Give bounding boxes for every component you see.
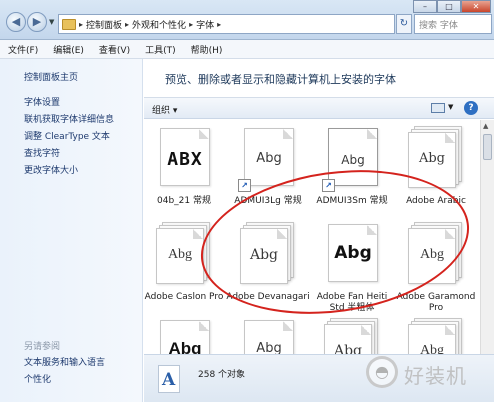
- font-name: Adobe Caslon Pro: [144, 292, 224, 302]
- font-name: Adobe Garamond Pro: [396, 292, 476, 313]
- font-sample: ABX: [167, 149, 203, 170]
- scroll-up-icon[interactable]: ▲: [483, 122, 488, 130]
- search-input[interactable]: 搜索 字体: [414, 14, 492, 34]
- sidebar-item-text-services[interactable]: 文本服务和输入语言: [24, 355, 105, 368]
- font-name: 04b_21 常规: [157, 196, 211, 206]
- menu-tools[interactable]: 工具(T): [145, 43, 176, 56]
- menu-file[interactable]: 文件(F): [8, 43, 38, 56]
- search-placeholder: 搜索 字体: [419, 20, 458, 31]
- scroll-thumb[interactable]: [483, 134, 492, 160]
- font-sample: Abg: [256, 341, 282, 354]
- window-controls: – □ ✕: [413, 0, 491, 13]
- content-header: 预览、删除或者显示和隐藏计算机上安装的字体: [144, 59, 494, 97]
- font-sample: Abg: [256, 151, 282, 166]
- font-sample: Abg: [168, 339, 202, 354]
- shortcut-arrow-icon: ↗: [238, 179, 251, 192]
- sidebar-item-online-info[interactable]: 联机获取字体详细信息: [24, 112, 114, 125]
- font-file-icon: Abg ↗: [238, 126, 296, 192]
- font-file-icon: Abg: [156, 318, 212, 354]
- watermark-text: 好装机: [404, 364, 467, 388]
- chevron-right-icon: ▸: [217, 19, 222, 29]
- font-tile[interactable]: ABX 04b_21 常规: [144, 126, 224, 220]
- menu-help[interactable]: 帮助(H): [191, 43, 223, 56]
- font-file-icon: ABX: [156, 126, 212, 188]
- refresh-button[interactable]: ↻: [396, 14, 412, 34]
- command-bar: 组织 ▾ ▼ ?: [144, 97, 494, 119]
- recent-pages-dropdown[interactable]: ▼: [49, 18, 54, 26]
- sidebar-item-cleartype[interactable]: 调整 ClearType 文本: [24, 129, 110, 142]
- breadcrumb-fonts[interactable]: 字体: [196, 18, 214, 31]
- view-dropdown[interactable]: ▼: [448, 103, 453, 111]
- title-bar: ◀ ▶ ▼ ▸ 控制面板 ▸ 外观和个性化 ▸ 字体 ▸ ↻ 搜索 字体 – □…: [0, 0, 494, 40]
- help-icon[interactable]: ?: [464, 101, 478, 115]
- close-button[interactable]: ✕: [461, 0, 491, 13]
- back-button[interactable]: ◀: [6, 12, 26, 32]
- sidebar-item-personalization[interactable]: 个性化: [24, 372, 51, 385]
- chevron-right-icon: ▸: [189, 19, 194, 29]
- vertical-scrollbar[interactable]: ▲: [480, 120, 494, 354]
- menu-view[interactable]: 查看(V): [99, 43, 130, 56]
- font-icon-letter: A: [162, 370, 176, 390]
- sidebar-item-font-settings[interactable]: 字体设置: [24, 95, 60, 108]
- forward-button[interactable]: ▶: [27, 12, 47, 32]
- folder-icon: [62, 18, 76, 30]
- font-tile[interactable]: Abg: [396, 318, 476, 354]
- font-icon: A: [158, 365, 180, 393]
- watermark: ◓ 好装机: [360, 350, 494, 402]
- sidebar-item-home[interactable]: 控制面板主页: [24, 70, 78, 83]
- font-sample: Abg: [418, 151, 446, 166]
- organize-button[interactable]: 组织 ▾: [152, 103, 177, 116]
- breadcrumb-appearance[interactable]: 外观和个性化: [132, 18, 186, 31]
- maximize-button[interactable]: □: [437, 0, 461, 13]
- font-family-icon: Abg: [324, 318, 380, 354]
- address-bar[interactable]: ▸ 控制面板 ▸ 外观和个性化 ▸ 字体 ▸: [58, 14, 395, 34]
- menu-edit[interactable]: 编辑(E): [53, 43, 84, 56]
- page-title: 预览、删除或者显示和隐藏计算机上安装的字体: [165, 73, 396, 86]
- menu-bar: 文件(F) 编辑(E) 查看(V) 工具(T) 帮助(H): [0, 40, 494, 59]
- font-file-icon: Abg: [240, 318, 296, 354]
- shield-icon: ◓: [366, 356, 398, 388]
- sidebar-item-find-character[interactable]: 查找字符: [24, 146, 60, 159]
- chevron-right-icon: ▸: [79, 19, 84, 29]
- font-sample: Abg: [341, 153, 365, 167]
- object-count: 258 个对象: [198, 370, 246, 380]
- chevron-right-icon: ▸: [125, 19, 130, 29]
- font-tile[interactable]: Abg: [312, 318, 392, 354]
- view-icon[interactable]: [431, 103, 445, 113]
- navigation-pane: 控制面板主页 字体设置 联机获取字体详细信息 调整 ClearType 文本 查…: [0, 59, 143, 402]
- minimize-button[interactable]: –: [413, 0, 437, 13]
- font-sample: Abg: [167, 247, 193, 262]
- font-tile[interactable]: Abg: [144, 318, 224, 354]
- font-family-icon: Abg: [408, 318, 464, 354]
- font-tile[interactable]: Abg: [228, 318, 308, 354]
- breadcrumb-control-panel[interactable]: 控制面板: [86, 18, 122, 31]
- see-also-heading: 另请参阅: [24, 342, 61, 352]
- sidebar-item-font-size[interactable]: 更改字体大小: [24, 163, 78, 176]
